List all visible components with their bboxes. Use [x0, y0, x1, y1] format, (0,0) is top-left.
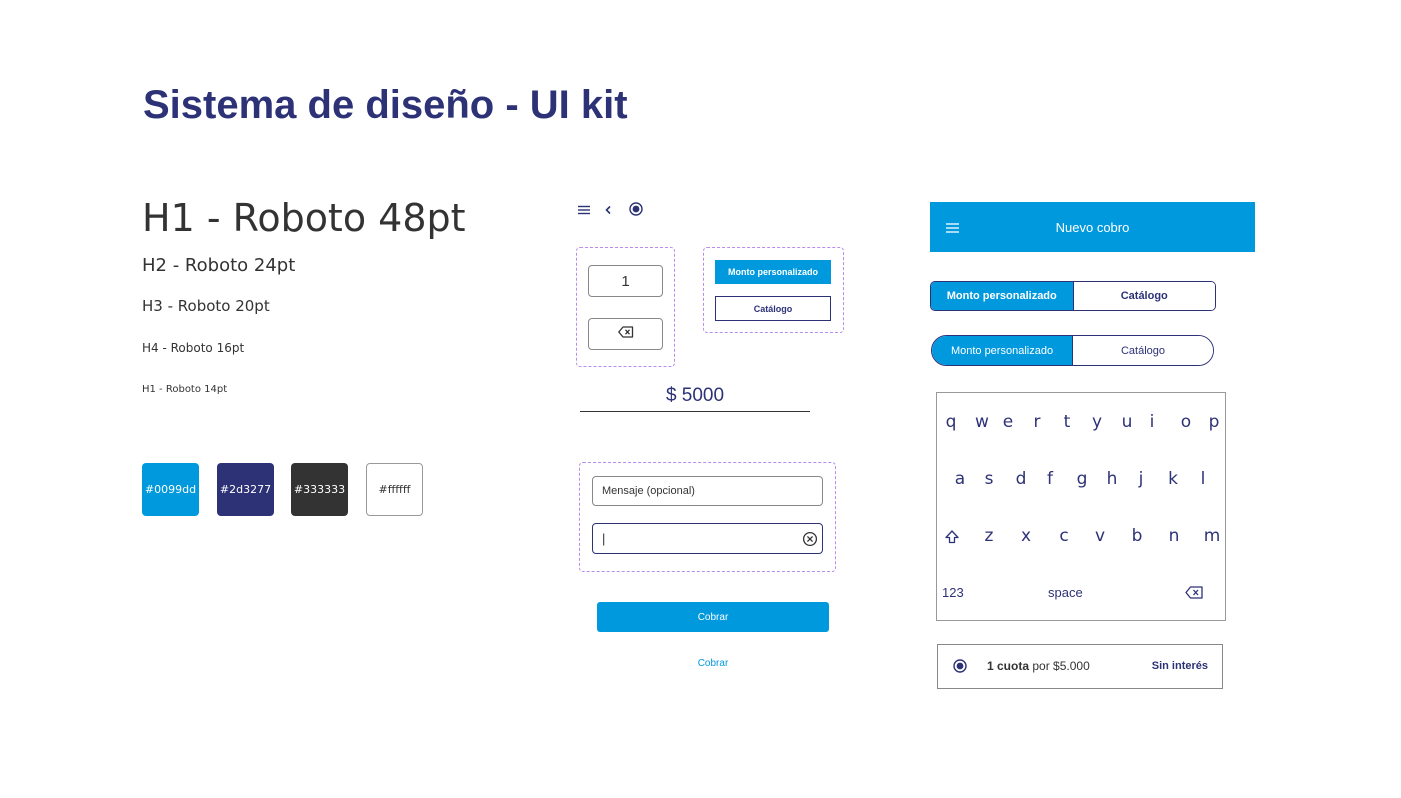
keyboard-key-v[interactable]: v: [1095, 526, 1105, 546]
keyboard-key-r[interactable]: r: [1034, 412, 1041, 432]
radio-selected-icon[interactable]: [629, 202, 643, 216]
keyboard-key-i[interactable]: i: [1150, 412, 1155, 432]
keyboard-key-o[interactable]: o: [1181, 412, 1191, 432]
quantity-stepper[interactable]: 1: [588, 265, 663, 297]
chevron-left-icon[interactable]: [604, 203, 612, 215]
keyboard-key-t[interactable]: t: [1064, 412, 1071, 432]
segment-catalogo[interactable]: Catálogo: [1072, 282, 1215, 310]
color-swatch-white: #ffffff: [366, 463, 423, 516]
amount-underline: [580, 411, 810, 412]
keyboard-key-q[interactable]: q: [946, 412, 957, 432]
swatch-label: #0099dd: [144, 483, 197, 496]
amount-display[interactable]: $ 5000: [580, 385, 810, 411]
swatch-label: #333333: [293, 483, 346, 496]
backspace-icon: [617, 325, 634, 343]
installment-tag: Sin interés: [1151, 660, 1208, 672]
app-bar-title: Nuevo cobro: [1055, 219, 1130, 235]
menu-icon[interactable]: [578, 203, 590, 215]
app-bar: Nuevo cobro: [930, 202, 1255, 252]
segment-catalogo[interactable]: Catálogo: [1072, 336, 1213, 365]
backspace-button[interactable]: [588, 318, 663, 350]
segmented-control-pill: Monto personalizado Catálogo: [931, 335, 1214, 366]
segment-monto-personalizado[interactable]: Monto personalizado: [931, 282, 1073, 310]
text-input-value: |: [602, 531, 606, 546]
installment-count: 1 cuota: [987, 659, 1030, 673]
monto-personalizado-button[interactable]: Monto personalizado: [715, 260, 831, 284]
typography-h3-sample: H3 - Roboto 20pt: [142, 297, 270, 315]
keyboard-key-c[interactable]: c: [1059, 526, 1068, 546]
keyboard-key-z[interactable]: z: [985, 526, 994, 546]
keyboard-key-numbers[interactable]: 123: [942, 585, 964, 600]
keyboard-key-a[interactable]: a: [955, 469, 965, 489]
shift-icon[interactable]: [944, 529, 960, 545]
keyboard-key-p[interactable]: p: [1209, 412, 1220, 432]
text-input-focused[interactable]: |: [592, 523, 823, 554]
message-input[interactable]: Mensaje (opcional): [592, 476, 823, 506]
keyboard-key-space[interactable]: space: [1048, 585, 1083, 600]
typography-h4-sample: H4 - Roboto 16pt: [142, 341, 245, 355]
keyboard-key-l[interactable]: l: [1201, 469, 1206, 489]
keyboard-key-y[interactable]: y: [1092, 412, 1102, 432]
cobrar-link-button[interactable]: Cobrar: [597, 658, 829, 674]
color-swatch-navy: #2d3277: [217, 463, 274, 516]
message-input-text: Mensaje (opcional): [602, 485, 695, 497]
keyboard-key-k[interactable]: k: [1168, 469, 1178, 489]
radio-selected-icon[interactable]: [953, 659, 967, 673]
keyboard-key-g[interactable]: g: [1077, 469, 1088, 489]
on-screen-keyboard: qwe r t yui op as df gh j k l z x c v b n m 123 space: [936, 392, 1226, 621]
keyboard-key-d[interactable]: d: [1016, 469, 1027, 489]
keyboard-key-x[interactable]: x: [1021, 526, 1031, 546]
keyboard-key-w[interactable]: w: [975, 412, 989, 432]
swatch-label: #2d3277: [219, 483, 272, 496]
stepper-value: 1: [621, 272, 630, 290]
keyboard-key-h[interactable]: h: [1107, 469, 1118, 489]
page-title: Sistema de diseño - UI kit: [143, 83, 628, 127]
keyboard-key-m[interactable]: m: [1204, 526, 1221, 546]
segmented-control: Monto personalizado Catálogo: [930, 281, 1216, 311]
cobrar-primary-button[interactable]: Cobrar: [597, 602, 829, 632]
color-swatch-dark: #333333: [291, 463, 348, 516]
typography-h2-sample: H2 - Roboto 24pt: [142, 255, 296, 276]
installment-option[interactable]: 1 cuota por $5.000 Sin interés: [937, 644, 1223, 689]
clear-circle-icon[interactable]: [802, 531, 818, 547]
catalogo-button[interactable]: Catálogo: [715, 296, 831, 321]
keyboard-key-u[interactable]: u: [1122, 412, 1133, 432]
backspace-icon[interactable]: [1185, 586, 1203, 599]
segment-monto-personalizado[interactable]: Monto personalizado: [932, 336, 1072, 365]
keyboard-key-e[interactable]: e: [1003, 412, 1013, 432]
swatch-label: #ffffff: [378, 483, 411, 496]
keyboard-key-f[interactable]: f: [1047, 469, 1053, 489]
typography-h1-sample: H1 - Roboto 48pt: [142, 196, 466, 240]
typography-h5-sample: H1 - Roboto 14pt: [142, 384, 228, 395]
keyboard-key-b[interactable]: b: [1132, 526, 1143, 546]
keyboard-key-s[interactable]: s: [985, 469, 994, 489]
installment-text: 1 cuota por $5.000: [987, 659, 1090, 673]
keyboard-key-j[interactable]: j: [1139, 469, 1144, 489]
color-swatch-primary: #0099dd: [142, 463, 199, 516]
keyboard-key-n[interactable]: n: [1169, 526, 1180, 546]
installment-amount: por $5.000: [1032, 659, 1090, 673]
